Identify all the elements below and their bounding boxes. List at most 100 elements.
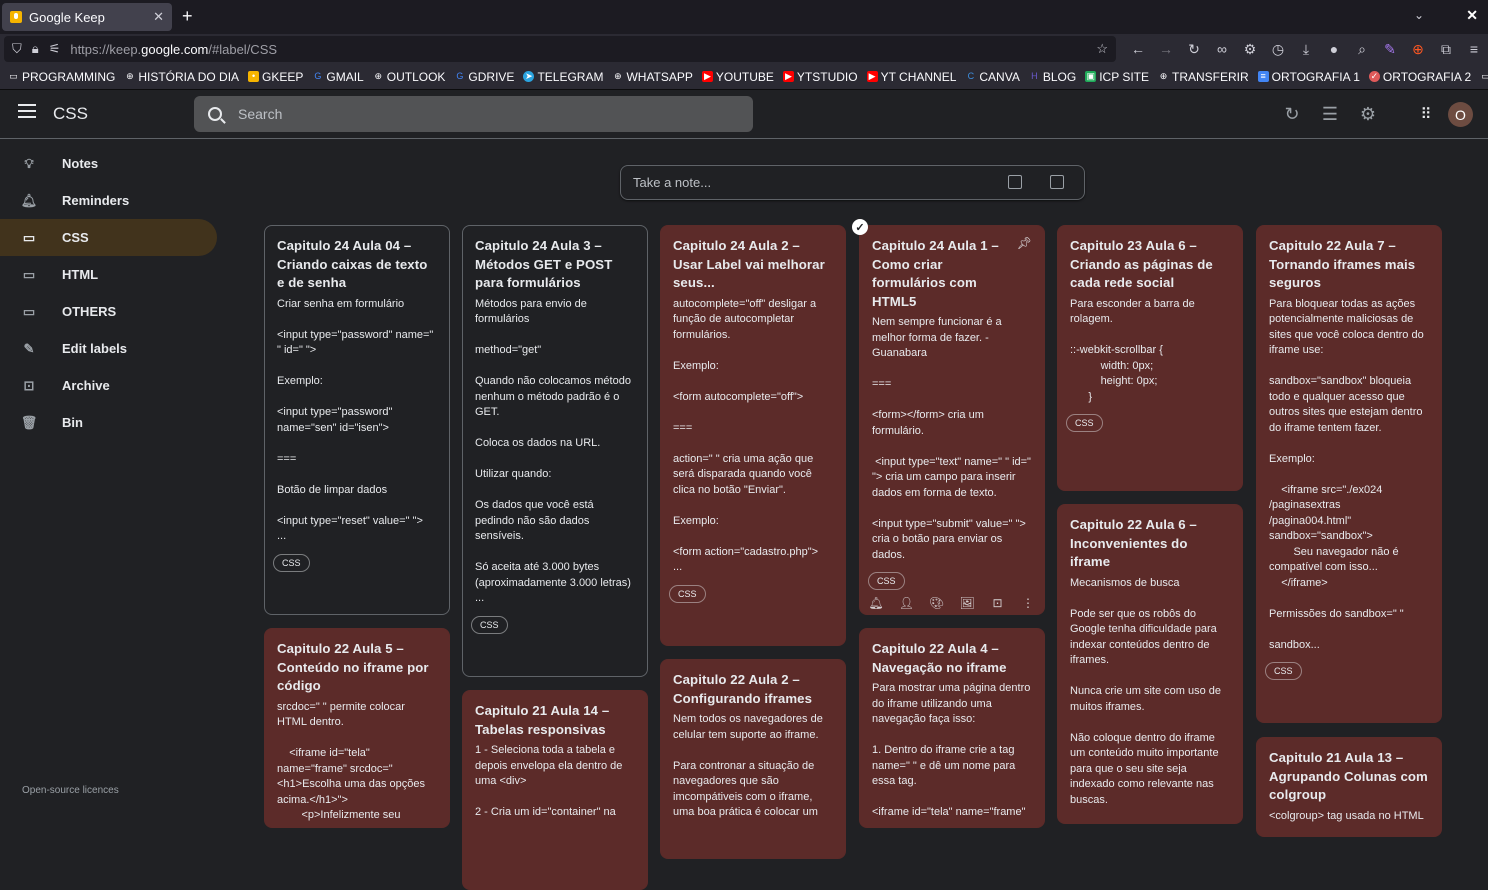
note-card[interactable]: Capitulo 22 Aula 6 – Inconvenientes do i… (1057, 504, 1243, 824)
note-card[interactable]: Capitulo 21 Aula 13 – Agrupando Colunas … (1256, 737, 1442, 837)
sidebar-item-css[interactable]: ▭ CSS (0, 219, 217, 256)
list-view-icon[interactable]: ☰ (1311, 100, 1349, 128)
bookmark-item[interactable]: ▭ PROGRAMMING (8, 70, 115, 84)
search-extension-icon[interactable]: ⌕ (1348, 38, 1376, 60)
sidebar-item-bin[interactable]: 🗑︎ Bin (0, 404, 217, 441)
address-bar[interactable]: ⛉ 🔒︎ ⚟ https://keep. google.com/#label/CS… (4, 36, 1116, 62)
sidebar-item-others[interactable]: ▭ OTHERS (0, 293, 217, 330)
bell-plus-icon[interactable]: 🔔︎ (866, 596, 886, 610)
note-body: Criar senha em formulário <input type="p… (277, 297, 434, 543)
bookmark-item[interactable]: ⊕ HISTÓRIA DO DIA (124, 70, 239, 84)
shield-icon[interactable]: ⛉ (12, 41, 22, 57)
note-card[interactable]: Capitulo 23 Aula 6 – Criando as páginas … (1057, 225, 1243, 491)
main-menu-icon[interactable] (18, 104, 36, 118)
forward-icon[interactable]: → (1152, 38, 1180, 60)
bookmark-item[interactable]: C CANVA (965, 70, 1020, 84)
bookmark-item[interactable]: ▶ YTSTUDIO (782, 70, 858, 84)
pen-extension-icon[interactable]: ✎ (1376, 38, 1404, 60)
sidebar-item-html[interactable]: ▭ HTML (0, 256, 217, 293)
settings-icon[interactable]: ⚙ (1349, 100, 1387, 128)
bookmark-item[interactable]: ▶ YOUTUBE (701, 70, 774, 84)
bookmark-star-icon[interactable]: ☆ (1096, 41, 1108, 57)
download-icon[interactable]: ⤓ (1292, 38, 1320, 60)
search-input[interactable] (238, 106, 718, 122)
take-note-input[interactable]: Take a note... (620, 165, 1085, 200)
note-card[interactable]: Capitulo 22 Aula 4 – Navegação no iframe… (859, 628, 1045, 828)
note-card[interactable]: Capitulo 22 Aula 5 – Conteúdo no iframe … (264, 628, 450, 828)
bookmark-item[interactable]: G GMAIL (312, 70, 363, 84)
app-menu-icon[interactable]: ≡ (1460, 38, 1488, 60)
note-card[interactable]: Capitulo 22 Aula 7 – Tornando iframes ma… (1256, 225, 1442, 723)
image-icon[interactable]: 🖼︎ (957, 596, 977, 610)
sidebar-item-edit-labels[interactable]: ✎ Edit labels (0, 330, 217, 367)
sidebar-item-notes[interactable]: 💡︎ Notes (0, 145, 217, 182)
take-note-placeholder: Take a note... (633, 175, 712, 190)
bookmark-item[interactable]: ⊕ OUTLOOK (373, 70, 445, 84)
new-note-image-icon[interactable] (1050, 175, 1064, 189)
extensions-puzzle-icon[interactable]: ⧉ (1432, 38, 1460, 60)
browser-tab[interactable]: Google Keep ✕ (2, 3, 172, 31)
bookmark-label: PROGRAMMING (22, 69, 116, 84)
tab-close-icon[interactable]: ✕ (153, 9, 164, 25)
collaborator-icon[interactable]: 👤︎ (896, 596, 916, 610)
extension-c-icon[interactable]: ● (1320, 38, 1348, 60)
pin-icon[interactable]: 📌︎ (1017, 236, 1032, 250)
select-note-check-icon[interactable]: ✓ (852, 219, 868, 235)
globe-icon: ⊕ (614, 71, 622, 81)
note-card[interactable]: Capitulo 24 Aula 1 – Como criar formulár… (859, 225, 1045, 615)
tab-list-chevron-icon[interactable]: ⌄ (1414, 8, 1424, 22)
account-avatar[interactable]: O (1448, 102, 1473, 127)
new-tab-button[interactable]: + (182, 6, 193, 27)
note-body: Para bloquear todas as ações potencialme… (1269, 297, 1424, 651)
note-card[interactable]: Capitulo 24 Aula 3 – Métodos GET e POST … (462, 225, 648, 677)
bookmark-item[interactable]: ▣ ICP SITE (1085, 70, 1149, 84)
browser-tab-bar: Google Keep ✕ + ⌄ ✕ (0, 0, 1488, 34)
history-clock-icon[interactable]: ◷ (1264, 38, 1292, 60)
open-source-licences-link[interactable]: Open-source licences (22, 785, 119, 796)
label-chip[interactable]: CSS (471, 615, 508, 634)
window-close-button[interactable]: ✕ (1466, 7, 1478, 24)
label-chip[interactable]: CSS (868, 572, 905, 591)
bookmark-item[interactable]: H BLOG (1029, 70, 1076, 84)
apps-grid-icon[interactable]: ⠿ (1407, 100, 1445, 128)
bookmark-item[interactable]: ✓ ORTOGRAFIA 2 (1368, 70, 1471, 84)
bookmark-item[interactable]: ▶ YT CHANNEL (866, 70, 956, 84)
note-card[interactable]: Capitulo 24 Aula 2 – Usar Label vai melh… (660, 225, 846, 646)
bookmark-label: TRANSFERIR (1172, 69, 1249, 84)
new-list-checkbox-icon[interactable] (1008, 175, 1022, 189)
sidebar-item-archive[interactable]: ⊡ Archive (0, 367, 217, 404)
note-body: Nem sempre funcionar é a melhor forma de… (872, 316, 1031, 561)
bookmark-item[interactable]: ≡ ORTOGRAFIA 1 (1257, 69, 1360, 84)
bookmark-item[interactable]: ⊕ WHATSAPP (612, 70, 693, 84)
more-vert-icon[interactable]: ⋮ (1018, 596, 1038, 610)
archive-icon[interactable]: ⊡ (988, 596, 1008, 610)
label-chip[interactable]: CSS (1066, 414, 1103, 433)
lock-icon[interactable]: 🔒︎ (32, 41, 39, 57)
bookmark-item[interactable]: ➤ TELEGRAM (523, 70, 603, 84)
label-chip[interactable]: CSS (669, 584, 706, 603)
search-icon[interactable] (208, 107, 222, 121)
bookmark-item[interactable]: ⊕ TRANSFERIR (1158, 70, 1249, 84)
infinity-extension-icon[interactable]: ∞ (1208, 38, 1236, 60)
settings-gear-icon[interactable]: ⚙ (1236, 38, 1264, 60)
youtube-icon: ▶ (701, 71, 713, 82)
label-chip[interactable]: CSS (273, 553, 310, 572)
refresh-icon[interactable]: ↻ (1273, 100, 1311, 128)
back-icon[interactable]: ← (1124, 38, 1152, 60)
palette-icon[interactable]: 🎨︎ (927, 596, 947, 610)
search-bar[interactable] (194, 96, 753, 132)
bookmark-item[interactable]: G GDRIVE (454, 70, 514, 84)
bookmark-item[interactable]: • GKEEP (248, 70, 303, 84)
note-card[interactable]: Capitulo 21 Aula 14 – Tabelas responsiva… (462, 690, 648, 890)
plus-extension-icon[interactable]: ⊕ (1404, 38, 1432, 60)
sidebar-item-reminders[interactable]: 🔔︎ Reminders (0, 182, 217, 219)
permissions-icon[interactable]: ⚟ (49, 41, 61, 57)
note-card[interactable]: Capitulo 22 Aula 2 – Configurando iframe… (660, 659, 846, 859)
bookmark-label: ORTOGRAFIA 1 (1271, 69, 1360, 84)
keep-header: CSS ↻ ☰ ⚙ ⠿ O (0, 90, 1488, 139)
bookmark-item[interactable]: ▭PODCAST (1480, 70, 1488, 84)
label-chip[interactable]: CSS (1265, 662, 1302, 681)
reload-icon[interactable]: ↻ (1180, 38, 1208, 60)
note-card[interactable]: Capitulo 24 Aula 04 – Criando caixas de … (264, 225, 450, 615)
page-title: CSS (53, 104, 88, 123)
